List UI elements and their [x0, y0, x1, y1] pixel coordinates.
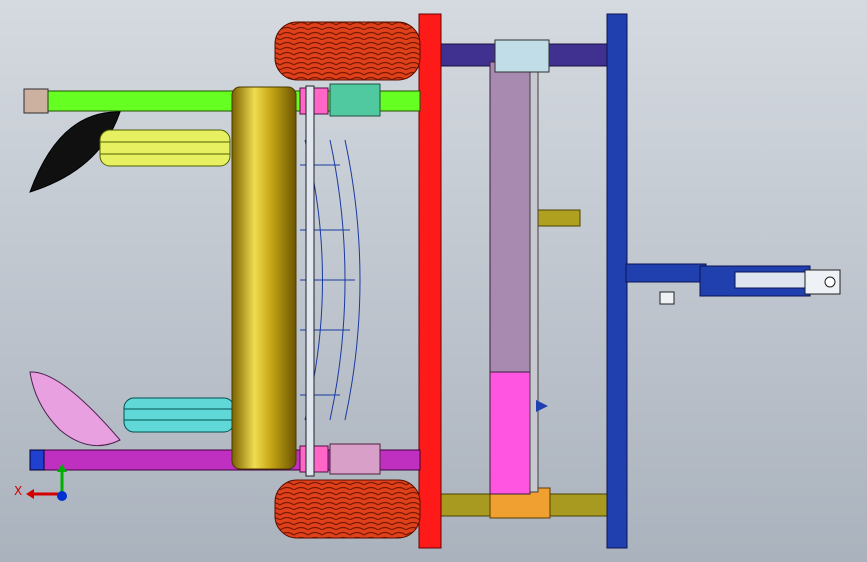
triad-x-label: X: [14, 484, 23, 498]
cad-viewport[interactable]: X: [0, 0, 867, 562]
olive-plate: [535, 209, 581, 227]
gold-roller: [231, 86, 297, 470]
top-tire: [274, 21, 421, 81]
cad-model-scene[interactable]: [0, 0, 867, 562]
bottom-tire: [274, 479, 421, 539]
yellow-discs: [99, 129, 231, 167]
cyan-discs: [123, 397, 235, 433]
red-frame: [418, 13, 442, 549]
roller-shaft: [305, 85, 315, 477]
